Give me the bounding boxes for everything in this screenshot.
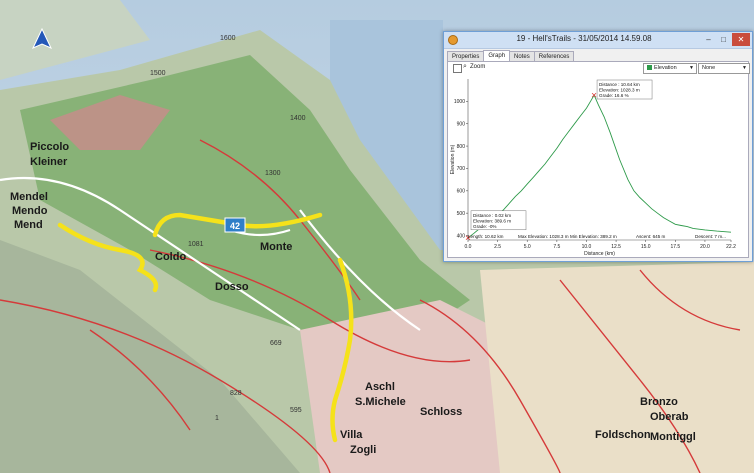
x-tick-label: 7.5 [553,244,560,250]
x-tick-label: 2.5 [494,244,501,250]
map-label: Piccolo [30,141,69,153]
map-label: Mendel [10,191,48,203]
map-number: 595 [290,407,302,414]
y-tick-label: 800 [457,144,466,150]
map-label: Mendo [12,205,48,217]
y-tick-label: 1000 [454,99,465,105]
stat-label: Min Elevation: 389.2 m [570,234,617,239]
map-label: Bronzo [640,396,678,408]
elevation-chart[interactable]: 0.0 2.5 5.0 7.5 10.0 12.5 15.0 17.5 20.0 22.2 400 5… [448,74,748,259]
stat-label: Descent: 7 m... [695,234,726,239]
map-label: Villa [340,429,363,441]
map-number: 1081 [188,241,204,248]
close-button[interactable]: ✕ [732,33,750,46]
annotation-text: Elevation: 1028.3 m [599,88,640,93]
zoom-label: Zoom [470,64,486,70]
map-number: 828 [230,390,242,397]
y-tick-label: 500 [457,211,466,217]
annotation-text: Distance : 0.02 km [473,213,511,218]
y-tick-label: 600 [457,189,466,195]
graph-panel: ⌕ Zoom Elevation ▼ None ▼ 0.0 2.5 5.0 7.5 10… [447,61,750,259]
second-select-value: None [702,65,716,71]
valley-fields [480,262,754,473]
track-window[interactable]: 19 - Hell'sTrails - 31/05/2014 14.59.08 … [443,31,753,262]
y-tick-label: 400 [457,233,466,239]
x-tick-label: 5.0 [524,244,531,250]
north-arrow-icon[interactable] [31,28,53,50]
annotation-text: Elevation: 389.6 m [473,218,511,223]
map-label: Monte [260,241,292,253]
map-label: Aschl [365,381,395,393]
x-tick-label: 20.0 [700,244,710,250]
title-bar[interactable]: 19 - Hell'sTrails - 31/05/2014 14.59.08 … [444,32,752,49]
series-select[interactable]: Elevation ▼ [643,63,697,74]
stat-label: Length: 10.62 km [468,234,504,239]
map-number: 669 [270,340,282,347]
map-number: 1400 [290,115,306,122]
annotation-text: Grade: -0% [473,224,497,229]
map-label: Foldschon [595,429,651,441]
y-tick-label: 700 [457,166,466,172]
app-icon [448,35,458,45]
magnifier-icon: ⌕ [463,63,467,70]
chevron-down-icon: ▼ [689,65,694,71]
x-tick-label: 15.0 [641,244,651,250]
annotation-text: Grade: 16.6 % [599,93,629,98]
x-tick-label: 12.5 [611,244,621,250]
annotation-text: Distance : 10.64 km [599,82,640,87]
map-label: Oberab [650,411,689,423]
map-number: 1500 [150,70,166,77]
map-label: Kleiner [30,156,68,168]
map-label: S.Michele [355,396,406,408]
series-select-value: Elevation [654,65,677,71]
second-series-select[interactable]: None ▼ [698,63,750,74]
map-label: Mend [14,219,43,231]
window-title: 19 - Hell'sTrails - 31/05/2014 14.59.08 [516,34,652,43]
map-number: 1300 [265,170,281,177]
maximize-button[interactable]: □ [717,33,730,46]
y-axis-label: Elevation (m) [450,144,456,174]
x-tick-label: 22.2 [726,244,736,250]
route-number: 42 [230,221,240,231]
map-label: Coldo [155,251,186,263]
chevron-down-icon: ▼ [742,65,747,71]
x-tick-label: 10.0 [582,244,592,250]
y-tick-label: 900 [457,122,466,128]
map-number: 1 [215,415,219,422]
map-label: Montiggl [650,431,696,443]
map-number: 1600 [220,35,236,42]
stat-label: Max Elevation: 1028.3 m [518,234,569,239]
x-axis-label: Distance (km) [584,251,615,257]
map-label: Zogli [350,444,376,456]
minimize-button[interactable]: – [702,33,715,46]
x-tick-label: 0.0 [465,244,472,250]
stat-label: Ascent: 645 m [636,234,666,239]
route-marker[interactable]: 42 [224,217,246,233]
map-label: Schloss [420,406,462,418]
graph-toolbar: ⌕ Zoom Elevation ▼ None ▼ [448,62,750,74]
map-label: Dosso [215,281,249,293]
x-tick-label: 17.5 [670,244,680,250]
zoom-checkbox[interactable] [453,64,462,73]
series-color-swatch [647,65,652,71]
